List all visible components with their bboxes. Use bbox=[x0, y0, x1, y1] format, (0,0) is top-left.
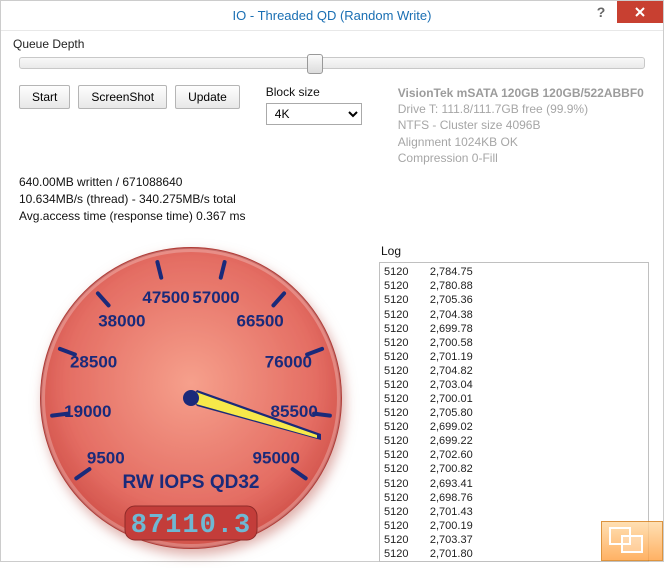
log-row: 5120 2,703.04 bbox=[384, 378, 644, 392]
gauge-tick-label: 38000 bbox=[98, 312, 145, 331]
log-row: 5120 2,780.88 bbox=[384, 279, 644, 293]
queue-depth-slider-thumb[interactable] bbox=[307, 54, 323, 74]
title-bar: IO - Threaded QD (Random Write) ? bbox=[1, 1, 663, 31]
queue-depth-slider-wrap bbox=[1, 53, 663, 79]
log-row: 5120 2,704.38 bbox=[384, 308, 644, 322]
log-row: 5120 2,699.78 bbox=[384, 322, 644, 336]
log-row: 5120 2,700.01 bbox=[384, 392, 644, 406]
stats-written: 640.00MB written / 671088640 bbox=[19, 174, 645, 191]
gauge-wrap: 9500 19000 28500 38000 4750057000 66500 76000 8… bbox=[15, 232, 365, 562]
gauge-tick-label: 9500 bbox=[87, 449, 125, 468]
stats-access: Avg.access time (response time) 0.367 ms bbox=[19, 208, 645, 225]
drive-comp: Compression 0-Fill bbox=[398, 150, 644, 166]
stats-block: 640.00MB written / 671088640 10.634MB/s … bbox=[1, 170, 663, 224]
gauge-tick-label: 66500 bbox=[236, 312, 283, 331]
help-button[interactable]: ? bbox=[585, 1, 617, 23]
queue-depth-label: Queue Depth bbox=[1, 31, 663, 53]
log-row: 5120 2,702.60 bbox=[384, 448, 644, 462]
gauge-value: 87110.3 bbox=[131, 511, 251, 541]
log-row: 5120 2,784.75 bbox=[384, 265, 644, 279]
log-row: 5120 2,699.02 bbox=[384, 420, 644, 434]
drive-space: Drive T: 111.8/111.7GB free (99.9%) bbox=[398, 101, 644, 117]
gauge-tick-label: 95000 bbox=[253, 449, 300, 468]
log-label: Log bbox=[381, 244, 649, 258]
gauge-tick-label: 47500 bbox=[142, 288, 189, 307]
log-row: 5120 2,705.36 bbox=[384, 293, 644, 307]
log-row: 5120 2,699.22 bbox=[384, 434, 644, 448]
log-row: 5120 2,698.76 bbox=[384, 491, 644, 505]
gauge-tick-label: 85500 bbox=[271, 402, 318, 421]
screenshot-button[interactable]: ScreenShot bbox=[78, 85, 167, 109]
blocksize-group: Block size 4K bbox=[266, 85, 362, 125]
drive-info: VisionTek mSATA 120GB 120GB/522ABBF0 Dri… bbox=[398, 85, 644, 166]
controls-row: Start ScreenShot Update Block size 4K Vi… bbox=[1, 79, 663, 170]
blocksize-select[interactable]: 4K bbox=[266, 103, 362, 125]
drive-align: Alignment 1024KB OK bbox=[398, 134, 644, 150]
log-row: 5120 2,701.19 bbox=[384, 350, 644, 364]
gauge-tick-label: 19000 bbox=[64, 402, 111, 421]
stats-speed: 10.634MB/s (thread) - 340.275MB/s total bbox=[19, 191, 645, 208]
gauge-tick-label: 57000 bbox=[192, 288, 239, 307]
drive-name: VisionTek mSATA 120GB 120GB/522ABBF0 bbox=[398, 85, 644, 101]
blocksize-label: Block size bbox=[266, 85, 362, 99]
close-button[interactable] bbox=[617, 1, 663, 23]
log-box[interactable]: 5120 2,784.755120 2,780.885120 2,705.365… bbox=[379, 262, 649, 562]
iops-gauge: 9500 19000 28500 38000 4750057000 66500 76000 8… bbox=[21, 238, 361, 568]
log-row: 5120 2,701.43 bbox=[384, 505, 644, 519]
log-row: 5120 2,705.80 bbox=[384, 406, 644, 420]
titlebar-controls: ? bbox=[585, 1, 663, 23]
update-button[interactable]: Update bbox=[175, 85, 240, 109]
log-area: Log 5120 2,784.755120 2,780.885120 2,705… bbox=[379, 232, 649, 562]
queue-depth-slider[interactable] bbox=[19, 57, 645, 69]
gauge-label: RW IOPS QD32 bbox=[123, 472, 260, 493]
window-title: IO - Threaded QD (Random Write) bbox=[233, 8, 432, 23]
log-row: 5120 2,704.82 bbox=[384, 364, 644, 378]
drive-fs: NTFS - Cluster size 4096B bbox=[398, 117, 644, 133]
log-row: 5120 2,700.58 bbox=[384, 336, 644, 350]
lower-section: 9500 19000 28500 38000 4750057000 66500 76000 8… bbox=[1, 224, 663, 572]
gauge-tick-label: 76000 bbox=[265, 353, 312, 372]
gauge-tick-label: 28500 bbox=[70, 353, 117, 372]
log-row: 5120 2,700.82 bbox=[384, 462, 644, 476]
start-button[interactable]: Start bbox=[19, 85, 70, 109]
log-row: 5120 2,693.41 bbox=[384, 477, 644, 491]
watermark-icon bbox=[601, 521, 663, 561]
